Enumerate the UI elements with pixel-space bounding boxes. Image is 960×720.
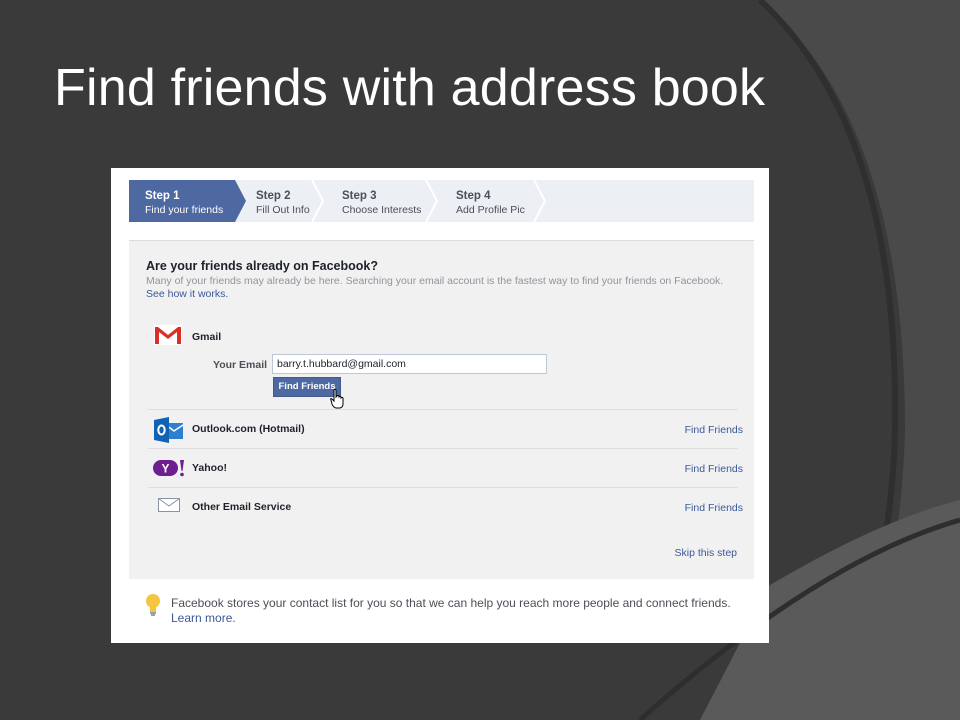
email-input[interactable] — [272, 354, 547, 374]
contact-list-note-text: Facebook stores your contact list for yo… — [171, 596, 731, 610]
your-email-label: Your Email — [213, 359, 268, 371]
yahoo-icon: Y — [153, 460, 184, 477]
outlook-name: Outlook.com (Hotmail) — [192, 423, 305, 435]
step-2[interactable]: Step 2 Fill Out Info — [256, 189, 310, 217]
outlook-find-friends-link[interactable]: Find Friends — [685, 424, 743, 436]
svg-text:Y: Y — [161, 462, 169, 476]
panel-description-text: Many of your friends may already be here… — [146, 275, 724, 287]
other-email-find-friends-link[interactable]: Find Friends — [685, 502, 743, 514]
yahoo-find-friends-link[interactable]: Find Friends — [685, 463, 743, 475]
step-3-label: Step 3 — [342, 190, 377, 202]
slide-title: Find friends with address book — [54, 59, 766, 117]
gmail-name: Gmail — [192, 331, 222, 343]
step-2-sub: Fill Out Info — [256, 204, 310, 216]
step-1[interactable]: Step 1 Find your friends — [145, 189, 223, 217]
step-4-label: Step 4 — [456, 190, 491, 202]
yahoo-name: Yahoo! — [192, 462, 228, 474]
divider — [148, 409, 738, 410]
lightbulb-icon — [146, 594, 160, 616]
panel-heading: Are your friends already on Facebook? — [146, 259, 379, 273]
outlook-icon — [154, 417, 184, 443]
see-how-it-works-link[interactable]: See how it works. — [146, 288, 228, 300]
step-4-sub: Add Profile Pic — [456, 204, 525, 216]
step-3-sub: Choose Interests — [342, 204, 422, 216]
steps-progress-bar: Step 1 Find your friends Step 2 Fill Out… — [129, 180, 754, 222]
find-friends-panel: Are your friends already on Facebook? Ma… — [129, 240, 754, 579]
envelope-icon — [158, 498, 180, 512]
panel-description: Many of your friends may already be here… — [146, 275, 736, 301]
step-4[interactable]: Step 4 Add Profile Pic — [456, 189, 525, 217]
divider — [148, 487, 738, 488]
step-3[interactable]: Step 3 Choose Interests — [342, 189, 421, 217]
step-1-sub: Find your friends — [145, 204, 224, 216]
facebook-screenshot: Step 1 Find your friends Step 2 Fill Out… — [111, 168, 769, 643]
gmail-icon — [154, 325, 182, 345]
step-1-label: Step 1 — [145, 190, 180, 202]
step-2-label: Step 2 — [256, 190, 291, 202]
learn-more-link[interactable]: Learn more. — [171, 611, 236, 625]
divider — [148, 448, 738, 449]
other-email-name: Other Email Service — [192, 501, 292, 513]
skip-this-step-link[interactable]: Skip this step — [675, 547, 737, 559]
hand-cursor-icon — [330, 389, 344, 409]
contact-list-note: Facebook stores your contact list for yo… — [171, 596, 751, 626]
